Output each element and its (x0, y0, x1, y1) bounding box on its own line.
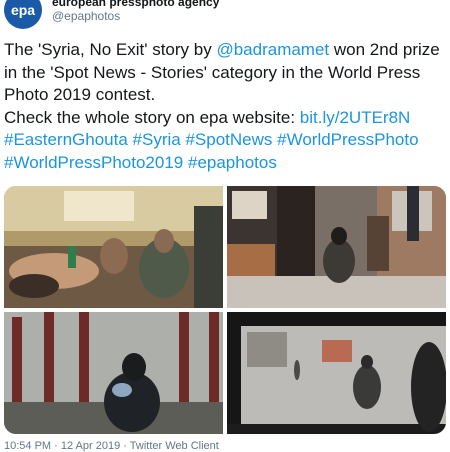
photo-4-image (227, 312, 446, 434)
mention-link[interactable]: @badramamet (216, 40, 329, 59)
url-link[interactable]: bit.ly/2UTEr8N (300, 108, 411, 127)
hashtag-link[interactable]: #WorldPressPhoto2019 (4, 153, 183, 172)
hashtag-link[interactable]: #SpotNews (185, 130, 272, 149)
tweet-timestamp[interactable]: 10:54 PM · 12 Apr 2019 · Twitter Web Cli… (4, 440, 219, 452)
avatar[interactable]: epa (4, 0, 42, 29)
user-handle[interactable]: @epaphotos (52, 9, 120, 23)
hashtag-link[interactable]: #WorldPressPhoto (277, 130, 418, 149)
tweet-text-part: Check the whole story on epa website: (4, 107, 300, 127)
photo-2[interactable] (227, 186, 446, 308)
hashtag-link[interactable]: #epaphotos (188, 153, 277, 172)
photo-3[interactable] (4, 312, 223, 434)
avatar-logo-text: epa (10, 2, 36, 18)
tweet-text-part: The 'Syria, No Exit' story by (4, 40, 217, 59)
tweet-text: The 'Syria, No Exit' story by @badramame… (4, 39, 446, 174)
photo-4[interactable] (227, 312, 446, 434)
media-grid (4, 186, 446, 434)
hashtag-link[interactable]: #Syria (133, 130, 181, 149)
photo-1[interactable] (4, 186, 223, 308)
tweet-header: epa european pressphoto agency @epaphoto… (0, 0, 450, 30)
photo-3-image (4, 312, 223, 434)
display-name[interactable]: european pressphoto agency (52, 0, 219, 9)
hashtag-link[interactable]: #EasternGhouta (4, 130, 128, 149)
photo-1-image (4, 186, 223, 308)
photo-2-image (227, 186, 446, 308)
